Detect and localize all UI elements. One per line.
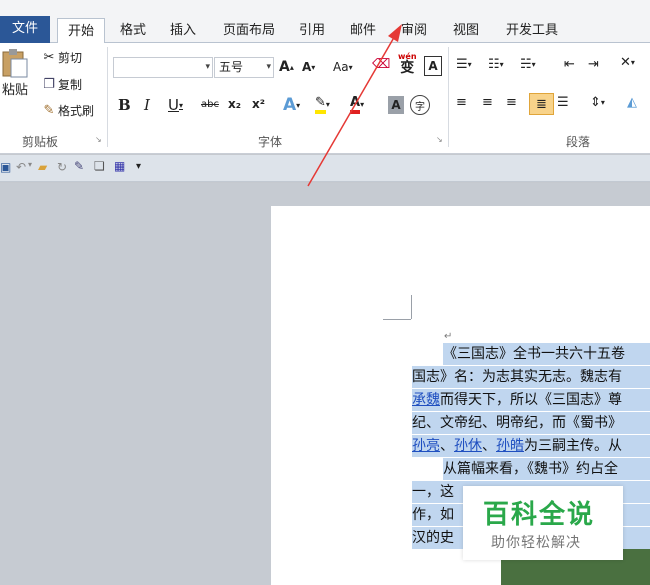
watermark-title: 百科全说 [483, 500, 596, 530]
watermark-subtitle: 助你轻松解决 [491, 535, 581, 551]
watermark-badge: 百科全说 助你轻松解决 [463, 486, 623, 560]
